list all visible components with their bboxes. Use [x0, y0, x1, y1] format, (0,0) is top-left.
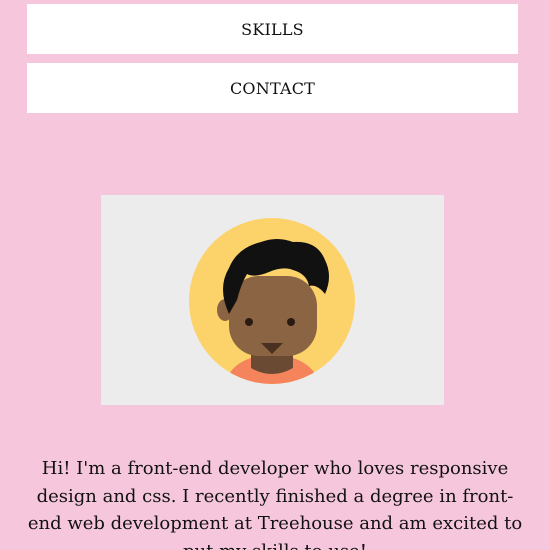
portfolio-page: SKILLS CONTACT Hi! I'm a front-end devel… [0, 0, 550, 550]
bio-text: Hi! I'm a front-end developer who loves … [27, 458, 523, 550]
avatar-eye-left [245, 318, 253, 326]
nav-item-skills[interactable]: SKILLS [27, 4, 518, 54]
avatar-card [101, 195, 444, 405]
nav-item-contact[interactable]: CONTACT [27, 63, 518, 113]
avatar-eye-right [287, 318, 295, 326]
person-avatar-icon [189, 218, 355, 384]
